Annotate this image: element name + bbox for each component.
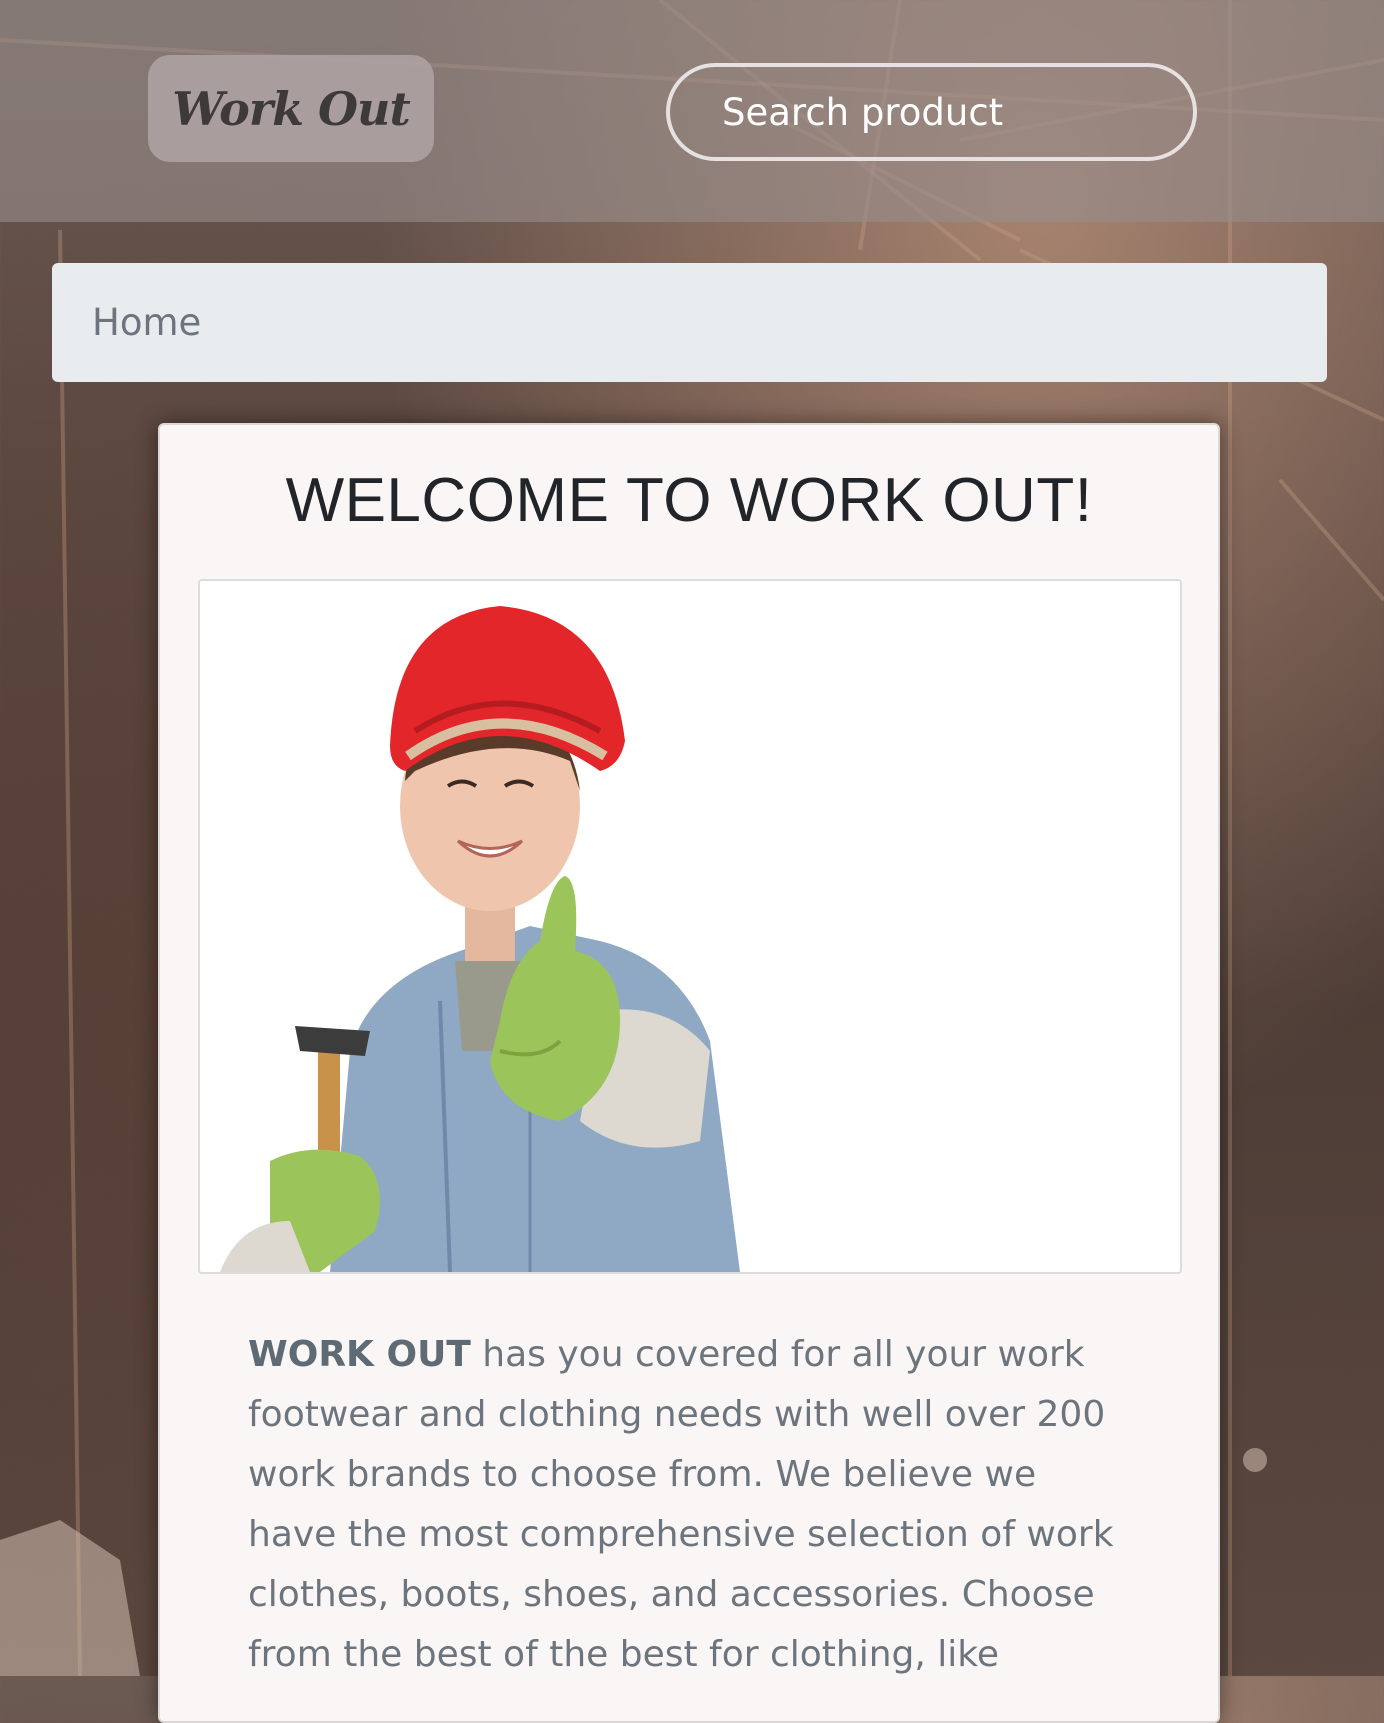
site-header: Work Out: [0, 0, 1384, 222]
intro-text: has you covered for all your work footwe…: [248, 1334, 1114, 1675]
breadcrumb: Home: [52, 263, 1327, 382]
search-input[interactable]: [666, 63, 1197, 161]
hero-image: [198, 579, 1182, 1274]
intro-brand: WORK OUT: [248, 1334, 471, 1375]
intro-paragraph: WORK OUT has you covered for all your wo…: [248, 1325, 1128, 1685]
breadcrumb-home-link[interactable]: Home: [92, 301, 201, 344]
worker-illustration: [200, 581, 1180, 1272]
logo-text: Work Out: [172, 81, 410, 136]
logo-button[interactable]: Work Out: [148, 55, 434, 162]
welcome-card: WELCOME TO WORK OUT! WORK OUT has you co…: [158, 423, 1220, 1723]
page-title: WELCOME TO WORK OUT!: [285, 466, 1093, 535]
